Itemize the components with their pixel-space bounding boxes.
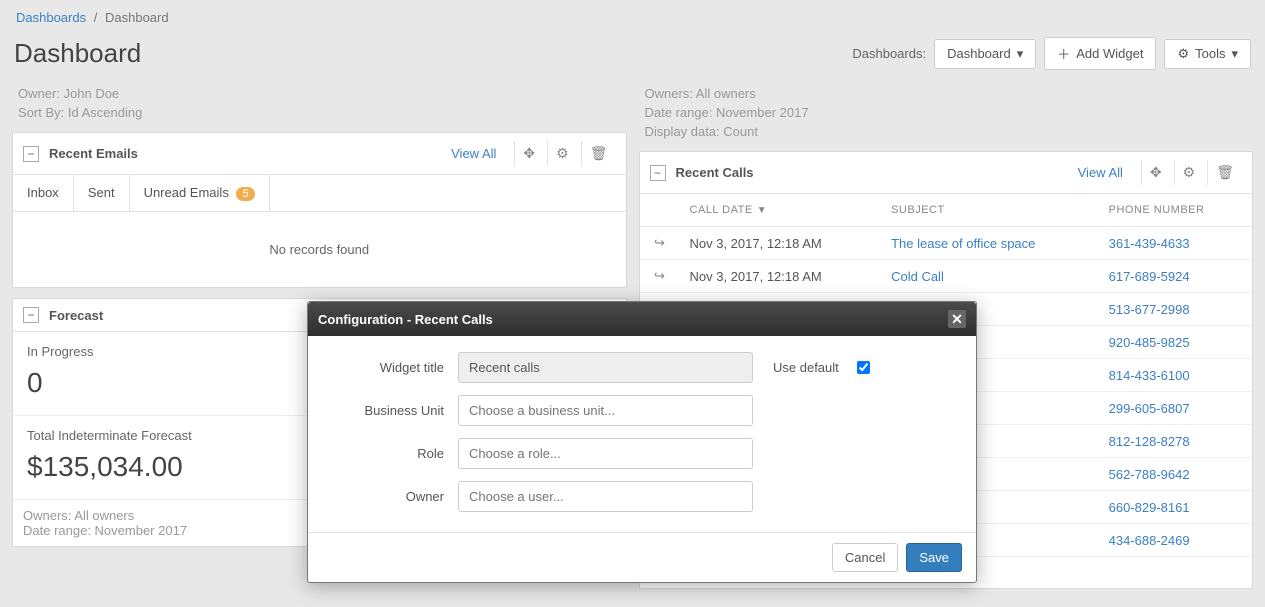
close-icon[interactable]: ✕ <box>948 310 966 328</box>
widget-title: Recent Emails <box>49 146 443 161</box>
phone-link[interactable]: 617-689-5924 <box>1109 269 1190 284</box>
caret-down-icon: ▾ <box>1231 46 1238 62</box>
table-row[interactable]: ↪ Nov 3, 2017, 12:18 AM The lease of offic… <box>640 227 1253 260</box>
tab-inbox[interactable]: Inbox <box>13 175 74 211</box>
cell-phone: 814-433-6100 <box>1099 359 1252 392</box>
tools-button[interactable]: ⚙ Tools ▾ <box>1164 39 1251 69</box>
tab-sent[interactable]: Sent <box>74 175 130 211</box>
trash-icon[interactable]: 🗑 <box>581 141 616 166</box>
cell-phone: 812-128-8278 <box>1099 425 1252 458</box>
sort-info: Sort By: Id Ascending <box>12 103 627 122</box>
date-range-info: Date range: November 2017 <box>639 103 1254 122</box>
widget-title-input[interactable] <box>458 352 753 383</box>
add-widget-button[interactable]: ＋ Add Widget <box>1044 37 1156 70</box>
cell-phone: 299-605-6807 <box>1099 392 1252 425</box>
sort-desc-icon: ▼ <box>757 205 767 216</box>
tools-label: Tools <box>1195 46 1225 61</box>
role-select[interactable] <box>458 438 753 469</box>
collapse-icon[interactable]: − <box>650 165 666 181</box>
label-business-unit: Business Unit <box>328 403 458 418</box>
dashboards-label: Dashboards: <box>852 46 926 61</box>
forecast-cell: In Progress 0 <box>13 332 319 416</box>
tab-unread[interactable]: Unread Emails 5 <box>130 175 270 211</box>
forecast-label: In Progress <box>27 344 304 361</box>
gear-icon: ⚙ <box>1177 46 1189 62</box>
move-icon[interactable]: ✥ <box>1141 160 1170 185</box>
move-icon[interactable]: ✥ <box>514 141 543 166</box>
chevron-down-icon: ▾ <box>1017 46 1024 62</box>
cell-phone: 617-689-5924 <box>1099 260 1252 293</box>
cell-phone: 562-788-9642 <box>1099 458 1252 491</box>
display-info: Display data: Count <box>639 122 1254 141</box>
cell-subject: Cold Call <box>881 260 1099 293</box>
empty-message: No records found <box>13 212 626 287</box>
widget-title: Recent Calls <box>676 165 1070 180</box>
subject-link[interactable]: The lease of office space <box>891 236 1035 251</box>
phone-link[interactable]: 660-829-8161 <box>1109 500 1190 515</box>
label-widget-title: Widget title <box>328 360 458 375</box>
phone-link[interactable]: 513-677-2998 <box>1109 302 1190 317</box>
owner-info: Owner: John Doe <box>12 84 627 103</box>
cell-phone: 920-485-9825 <box>1099 326 1252 359</box>
phone-link[interactable]: 299-605-6807 <box>1109 401 1190 416</box>
forecast-value: 0 <box>27 367 304 399</box>
outgoing-call-icon: ↪ <box>654 235 665 250</box>
collapse-icon[interactable]: − <box>23 307 39 323</box>
breadcrumb-current: Dashboard <box>105 10 169 25</box>
view-all-link[interactable]: View All <box>443 142 510 165</box>
modal-title: Configuration - Recent Calls <box>318 312 493 327</box>
add-widget-label: Add Widget <box>1076 46 1143 61</box>
label-owner: Owner <box>328 489 458 504</box>
phone-link[interactable]: 920-485-9825 <box>1109 335 1190 350</box>
trash-icon[interactable]: 🗑 <box>1207 160 1242 185</box>
phone-link[interactable]: 562-788-9642 <box>1109 467 1190 482</box>
col-subject[interactable]: SUBJECT <box>881 194 1099 227</box>
cell-phone: 361-439-4633 <box>1099 227 1252 260</box>
plus-icon: ＋ <box>1057 44 1070 63</box>
phone-link[interactable]: 812-128-8278 <box>1109 434 1190 449</box>
cell-phone: 434-688-2469 <box>1099 524 1252 557</box>
col-phone[interactable]: PHONE NUMBER <box>1099 194 1252 227</box>
phone-link[interactable]: 814-433-6100 <box>1109 368 1190 383</box>
forecast-value: $135,034.00 <box>27 451 304 483</box>
config-modal: Configuration - Recent Calls ✕ Widget ti… <box>307 301 977 583</box>
col-call-date[interactable]: CALL DATE▼ <box>680 194 882 227</box>
cell-date: Nov 3, 2017, 12:18 AM <box>680 260 882 293</box>
gear-icon[interactable]: ⚙ <box>1174 160 1204 185</box>
gear-icon[interactable]: ⚙ <box>547 141 577 166</box>
dashboard-selector[interactable]: Dashboard ▾ <box>934 39 1036 69</box>
cancel-button[interactable]: Cancel <box>832 543 898 572</box>
phone-link[interactable]: 361-439-4633 <box>1109 236 1190 251</box>
owner-select[interactable] <box>458 481 753 512</box>
cell-phone: 513-677-2998 <box>1099 293 1252 326</box>
breadcrumb: Dashboards / Dashboard <box>12 0 1253 33</box>
breadcrumb-root[interactable]: Dashboards <box>16 10 86 25</box>
unread-badge: 5 <box>236 187 254 201</box>
forecast-cell: Total Indeterminate Forecast $135,034.00 <box>13 416 319 500</box>
table-row[interactable]: ↪ Nov 3, 2017, 12:18 AM Cold Call 617-689-5… <box>640 260 1253 293</box>
page-title: Dashboard <box>14 38 141 69</box>
cell-phone: 660-829-8161 <box>1099 491 1252 524</box>
subject-link[interactable]: Cold Call <box>891 269 944 284</box>
forecast-label: Total Indeterminate Forecast <box>27 428 304 445</box>
outgoing-call-icon: ↪ <box>654 268 665 283</box>
phone-link[interactable]: 434-688-2469 <box>1109 533 1190 548</box>
save-button[interactable]: Save <box>906 543 962 572</box>
business-unit-select[interactable] <box>458 395 753 426</box>
cell-subject: The lease of office space <box>881 227 1099 260</box>
recent-emails-widget: − Recent Emails View All ✥ ⚙ 🗑 Inbox Sen… <box>12 132 627 288</box>
use-default-checkbox[interactable] <box>857 361 870 374</box>
dashboard-selector-value: Dashboard <box>947 46 1011 61</box>
tab-unread-label: Unread Emails <box>144 185 229 200</box>
cell-date: Nov 3, 2017, 12:18 AM <box>680 227 882 260</box>
view-all-link[interactable]: View All <box>1070 161 1137 184</box>
owners-info: Owners: All owners <box>639 84 1254 103</box>
label-role: Role <box>328 446 458 461</box>
collapse-icon[interactable]: − <box>23 146 39 162</box>
label-use-default: Use default <box>773 360 839 375</box>
